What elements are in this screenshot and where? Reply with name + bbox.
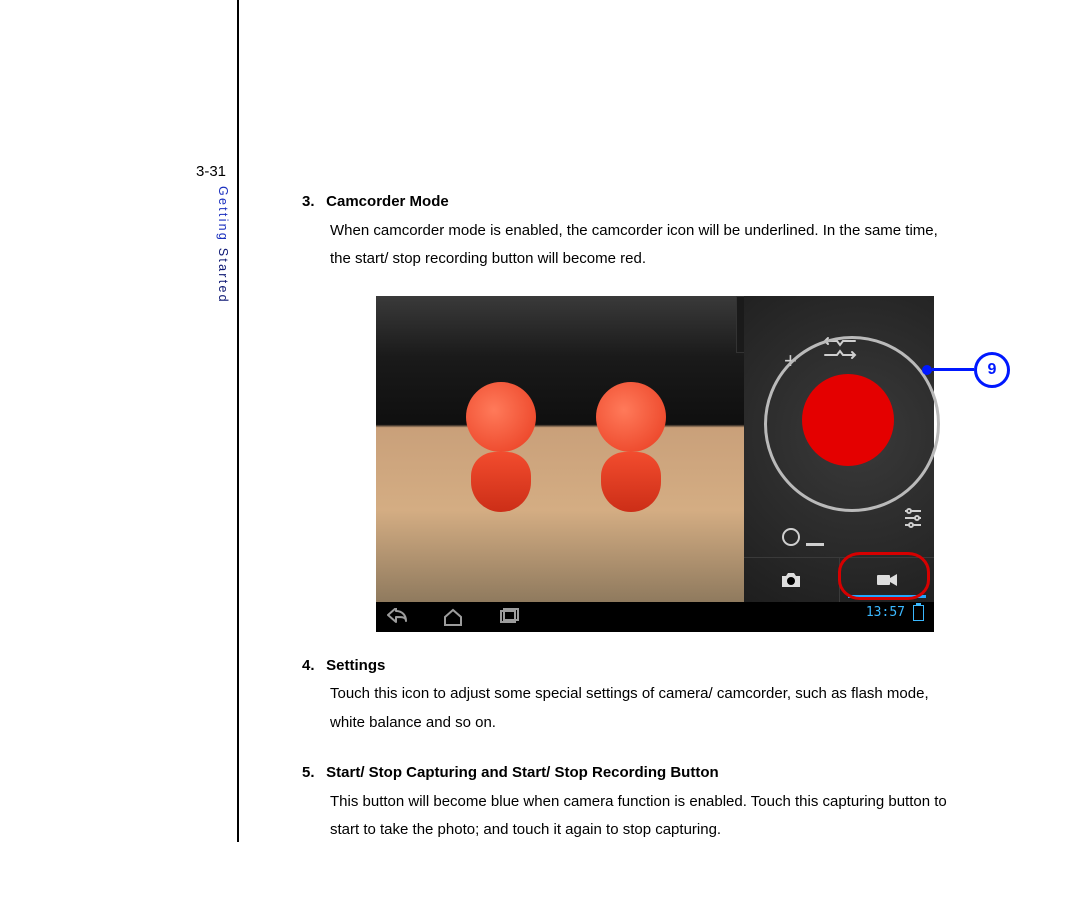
section-title: Settings [326,657,385,674]
section-heading: 4. Settings [302,652,962,681]
callout-highlight-oval [838,552,930,600]
section-body: When camcorder mode is enabled, the camc… [330,217,962,274]
section-title: Camcorder Mode [326,193,449,210]
content-column: 3. Camcorder Mode When camcorder mode is… [302,188,962,867]
section-number: 3. [302,188,322,217]
record-button[interactable] [802,374,894,466]
section-camcorder-mode: 3. Camcorder Mode When camcorder mode is… [302,188,962,274]
section-body: Touch this icon to adjust some special s… [330,680,962,737]
margin-rule [237,0,239,842]
page-number: 3-31 [196,158,226,187]
callout-circle: 9 [974,352,1010,388]
sliders-icon[interactable] [902,505,924,539]
battery-icon [913,605,924,621]
section-number: 5. [302,759,322,788]
side-label-part2: Started [216,248,230,304]
camcorder-screenshot: + [376,296,934,632]
subject-figurine-left [456,382,546,512]
section-body: This button will become blue when camera… [330,788,962,845]
android-nav-bar: 13:57 [376,602,934,632]
section-title: Start/ Stop Capturing and Start/ Stop Re… [326,764,718,781]
section-heading: 3. Camcorder Mode [302,188,962,217]
camera-controls-panel: + [744,296,934,602]
home-icon[interactable] [442,608,464,626]
section-label-vertical: Getting Started [210,186,234,304]
section-settings: 4. Settings Touch this icon to adjust so… [302,652,962,738]
callout-9: 9 [922,352,1010,388]
callout-line [932,368,974,371]
camera-icon [779,570,803,590]
recent-icon[interactable] [498,608,520,626]
section-heading: 5. Start/ Stop Capturing and Start/ Stop… [302,759,962,788]
section-number: 4. [302,652,322,681]
zoom-out-minus-icon[interactable] [806,543,824,546]
side-label-part1: Getting [216,186,230,242]
subject-figurine-right [586,382,676,512]
callout-number: 9 [988,362,997,378]
manual-page: 3-31 Getting Started 3. Camcorder Mode W… [0,0,1080,906]
camera-mode-button[interactable] [744,558,840,602]
clock: 13:57 [866,601,905,626]
status-area: 13:57 [866,601,924,626]
camera-preview [376,296,746,602]
section-start-stop: 5. Start/ Stop Capturing and Start/ Stop… [302,759,962,845]
zoom-out-o-icon[interactable] [782,528,800,546]
callout-dot [922,365,932,375]
back-icon[interactable] [386,608,408,626]
